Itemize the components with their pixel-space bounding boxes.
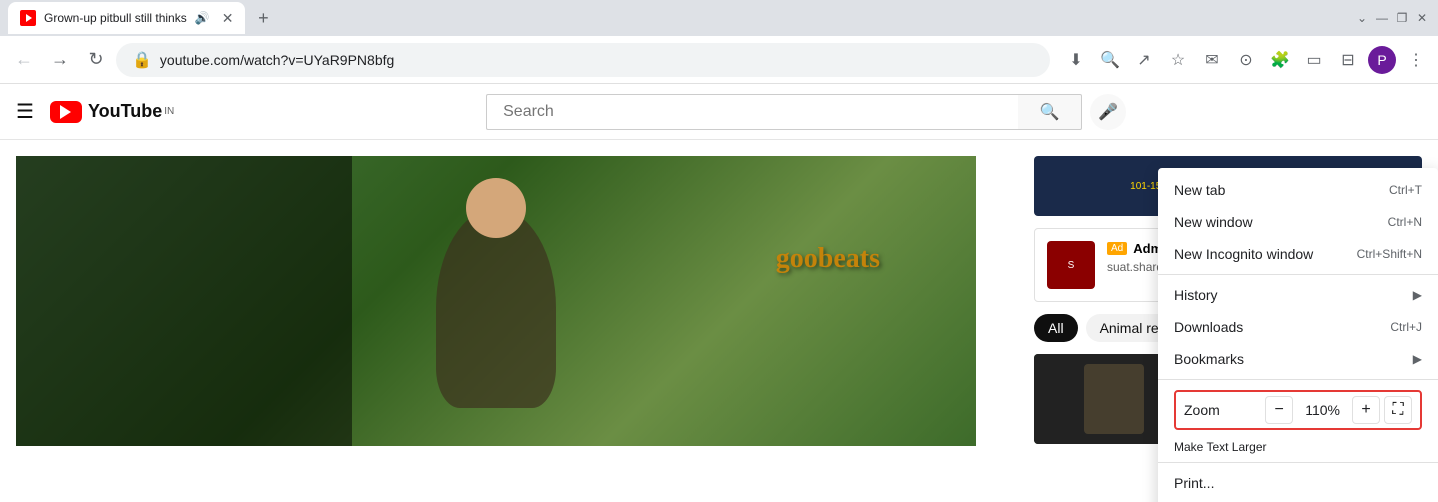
tag-all[interactable]: All [1034,314,1078,342]
address-text: youtube.com/watch?v=UYaR9PN8bfg [160,52,1034,68]
menu-print[interactable]: Print... [1158,467,1438,499]
gmail-icon[interactable]: ✉ [1198,46,1226,74]
forward-button[interactable]: → [44,44,76,76]
menu-new-incognito[interactable]: New Incognito window Ctrl+Shift+N [1158,238,1438,270]
reload-button[interactable]: ↻ [80,44,112,76]
yt-logo-country: IN [164,106,174,117]
yt-logo-icon [50,101,82,123]
menu-downloads[interactable]: Downloads Ctrl+J [1158,311,1438,343]
tab-title: Grown-up pitbull still thinks [44,11,187,25]
main-content: ☰ YouTube IN 🔍 🎤 [0,84,1438,502]
tab-close-button[interactable]: ✕ [222,10,234,27]
video-dark-overlay [16,156,352,446]
download-icon[interactable]: ⬇ [1062,46,1090,74]
yt-header: ☰ YouTube IN 🔍 🎤 [0,84,1438,140]
window-controls: ⌄ — ❐ ✕ [1354,10,1430,26]
menu-divider-2 [1158,379,1438,380]
toolbar-icons: ⬇ 🔍 ↗ ☆ ✉ ⊙ 🧩 ▭ ⊟ P ⋮ [1062,46,1430,74]
tab-mute-icon[interactable]: 🔊 [195,11,210,25]
tab-favicon [20,10,36,26]
menu-history[interactable]: History ▶ [1158,279,1438,311]
active-tab[interactable]: Grown-up pitbull still thinks 🔊 ✕ [8,2,245,34]
zoom-value: 110% [1297,402,1348,418]
yt-mic-button[interactable]: 🎤 [1090,94,1126,130]
yt-search-button[interactable]: 🔍 [1018,94,1082,130]
zoom-decrease-button[interactable]: − [1265,396,1293,424]
browser-frame: Grown-up pitbull still thinks 🔊 ✕ + ⌄ — … [0,0,1438,502]
new-tab-button[interactable]: + [249,4,277,32]
yt-logo-text: YouTube [88,101,162,122]
yt-logo[interactable]: YouTube IN [50,101,174,123]
search-icon: 🔍 [1040,102,1060,122]
zoom-fullscreen-button[interactable]: ⛶ [1384,396,1412,424]
tab-search-icon[interactable]: ⊟ [1334,46,1362,74]
bookmark-star-icon[interactable]: ☆ [1164,46,1192,74]
address-bar[interactable]: 🔒 youtube.com/watch?v=UYaR9PN8bfg [116,43,1050,77]
tab-bar: Grown-up pitbull still thinks 🔊 ✕ + ⌄ — … [0,0,1438,36]
video-scene: goobeats [16,156,976,446]
menu-divider-3 [1158,462,1438,463]
window-more-button[interactable]: ⌄ [1354,10,1370,26]
make-text-larger-button[interactable]: Make Text Larger [1158,436,1438,458]
profile-icon[interactable]: P [1368,46,1396,74]
yt-video-area: goobeats [0,140,1018,502]
lock-icon: 🔒 [132,50,152,70]
menu-button[interactable]: ⋮ [1402,46,1430,74]
chrome-dropdown-menu: New tab Ctrl+T New window Ctrl+N New Inc… [1158,168,1438,502]
yt-search-input[interactable] [486,94,1018,130]
minimize-button[interactable]: — [1374,10,1390,26]
yt-menu-icon[interactable]: ☰ [16,99,34,124]
zoom-label: Zoom [1184,402,1261,418]
menu-bookmarks[interactable]: Bookmarks ▶ [1158,343,1438,375]
menu-new-tab[interactable]: New tab Ctrl+T [1158,174,1438,206]
ad-badge: Ad [1107,242,1127,255]
yt-play-icon [60,105,71,119]
share-icon[interactable]: ↗ [1130,46,1158,74]
chrome-icon[interactable]: ⊙ [1232,46,1260,74]
extensions-icon[interactable]: 🧩 [1266,46,1294,74]
browser-toolbar: ← → ↻ 🔒 youtube.com/watch?v=UYaR9PN8bfg … [0,36,1438,84]
yt-video-player[interactable]: goobeats [16,156,976,446]
mic-icon: 🎤 [1098,102,1118,122]
zoom-increase-button[interactable]: + [1352,396,1380,424]
yt-search-box: 🔍 🎤 [486,94,1126,130]
back-button[interactable]: ← [8,44,40,76]
zoom-lens-icon[interactable]: 🔍 [1096,46,1124,74]
video-overlay-text: goobeats [776,243,880,275]
menu-divider-1 [1158,274,1438,275]
menu-new-window[interactable]: New window Ctrl+N [1158,206,1438,238]
close-button[interactable]: ✕ [1414,10,1430,26]
maximize-button[interactable]: ❐ [1394,10,1410,26]
media-icon[interactable]: ▭ [1300,46,1328,74]
zoom-control: Zoom − 110% + ⛶ [1174,390,1422,430]
